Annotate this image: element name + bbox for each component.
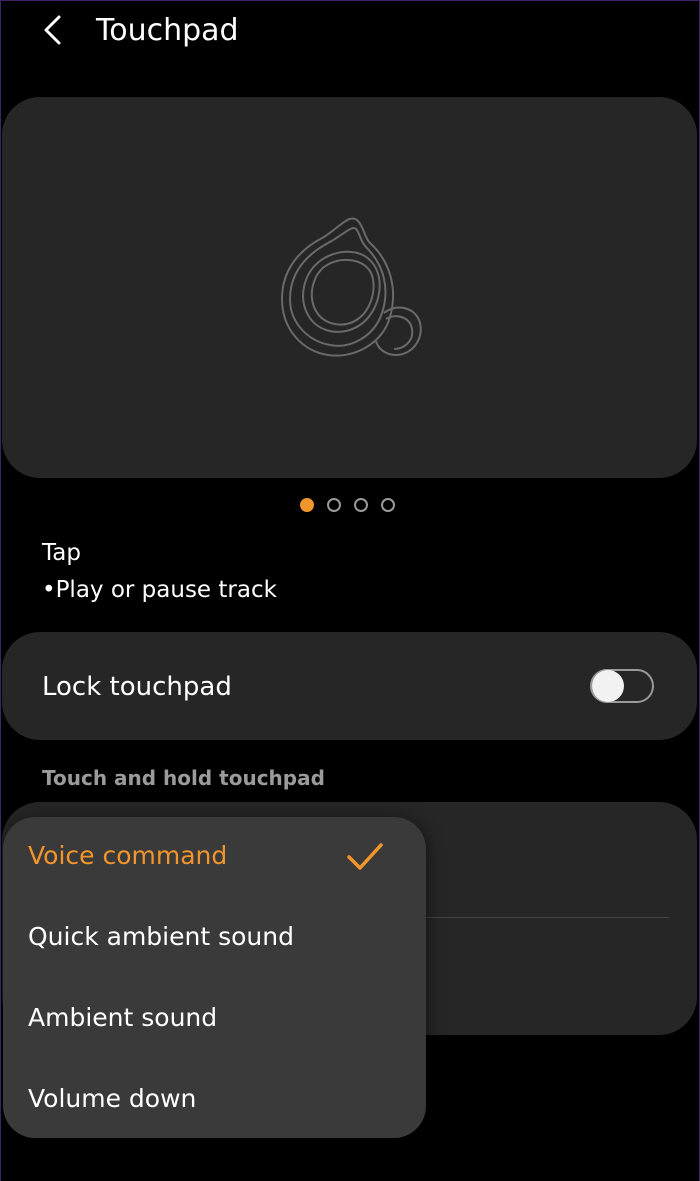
option-label: Voice command (28, 841, 228, 870)
gesture-title: Tap (42, 540, 81, 566)
back-button[interactable] (30, 8, 74, 52)
option-quick-ambient-sound[interactable]: Quick ambient sound (3, 898, 426, 978)
touchpad-illustration-card[interactable] (2, 97, 697, 478)
chevron-left-icon (44, 15, 61, 45)
option-label: Ambient sound (28, 1003, 218, 1032)
check-icon (347, 843, 383, 870)
page-dot-active[interactable] (300, 498, 314, 512)
touch-hold-options-popup: Voice command Quick ambient sound Ambien… (3, 817, 426, 1138)
lock-touchpad-toggle[interactable] (590, 669, 654, 703)
option-volume-down[interactable]: Volume down (3, 1060, 426, 1140)
option-label: Volume down (28, 1084, 197, 1113)
option-voice-command[interactable]: Voice command (3, 817, 426, 897)
page-title: Touchpad (96, 13, 239, 48)
lock-touchpad-row[interactable]: Lock touchpad (2, 632, 697, 740)
option-label: Quick ambient sound (28, 922, 294, 951)
earbud-icon (280, 217, 422, 357)
gesture-description: •Play or pause track (42, 577, 277, 603)
lock-touchpad-label: Lock touchpad (42, 672, 232, 702)
page-dot[interactable] (381, 498, 395, 512)
toggle-knob (592, 670, 624, 702)
page-dot[interactable] (327, 498, 341, 512)
app-bar: Touchpad (0, 0, 700, 62)
page-indicator (300, 497, 395, 513)
section-header-touch-hold: Touch and hold touchpad (42, 766, 325, 790)
option-ambient-sound[interactable]: Ambient sound (3, 979, 426, 1059)
page-dot[interactable] (354, 498, 368, 512)
